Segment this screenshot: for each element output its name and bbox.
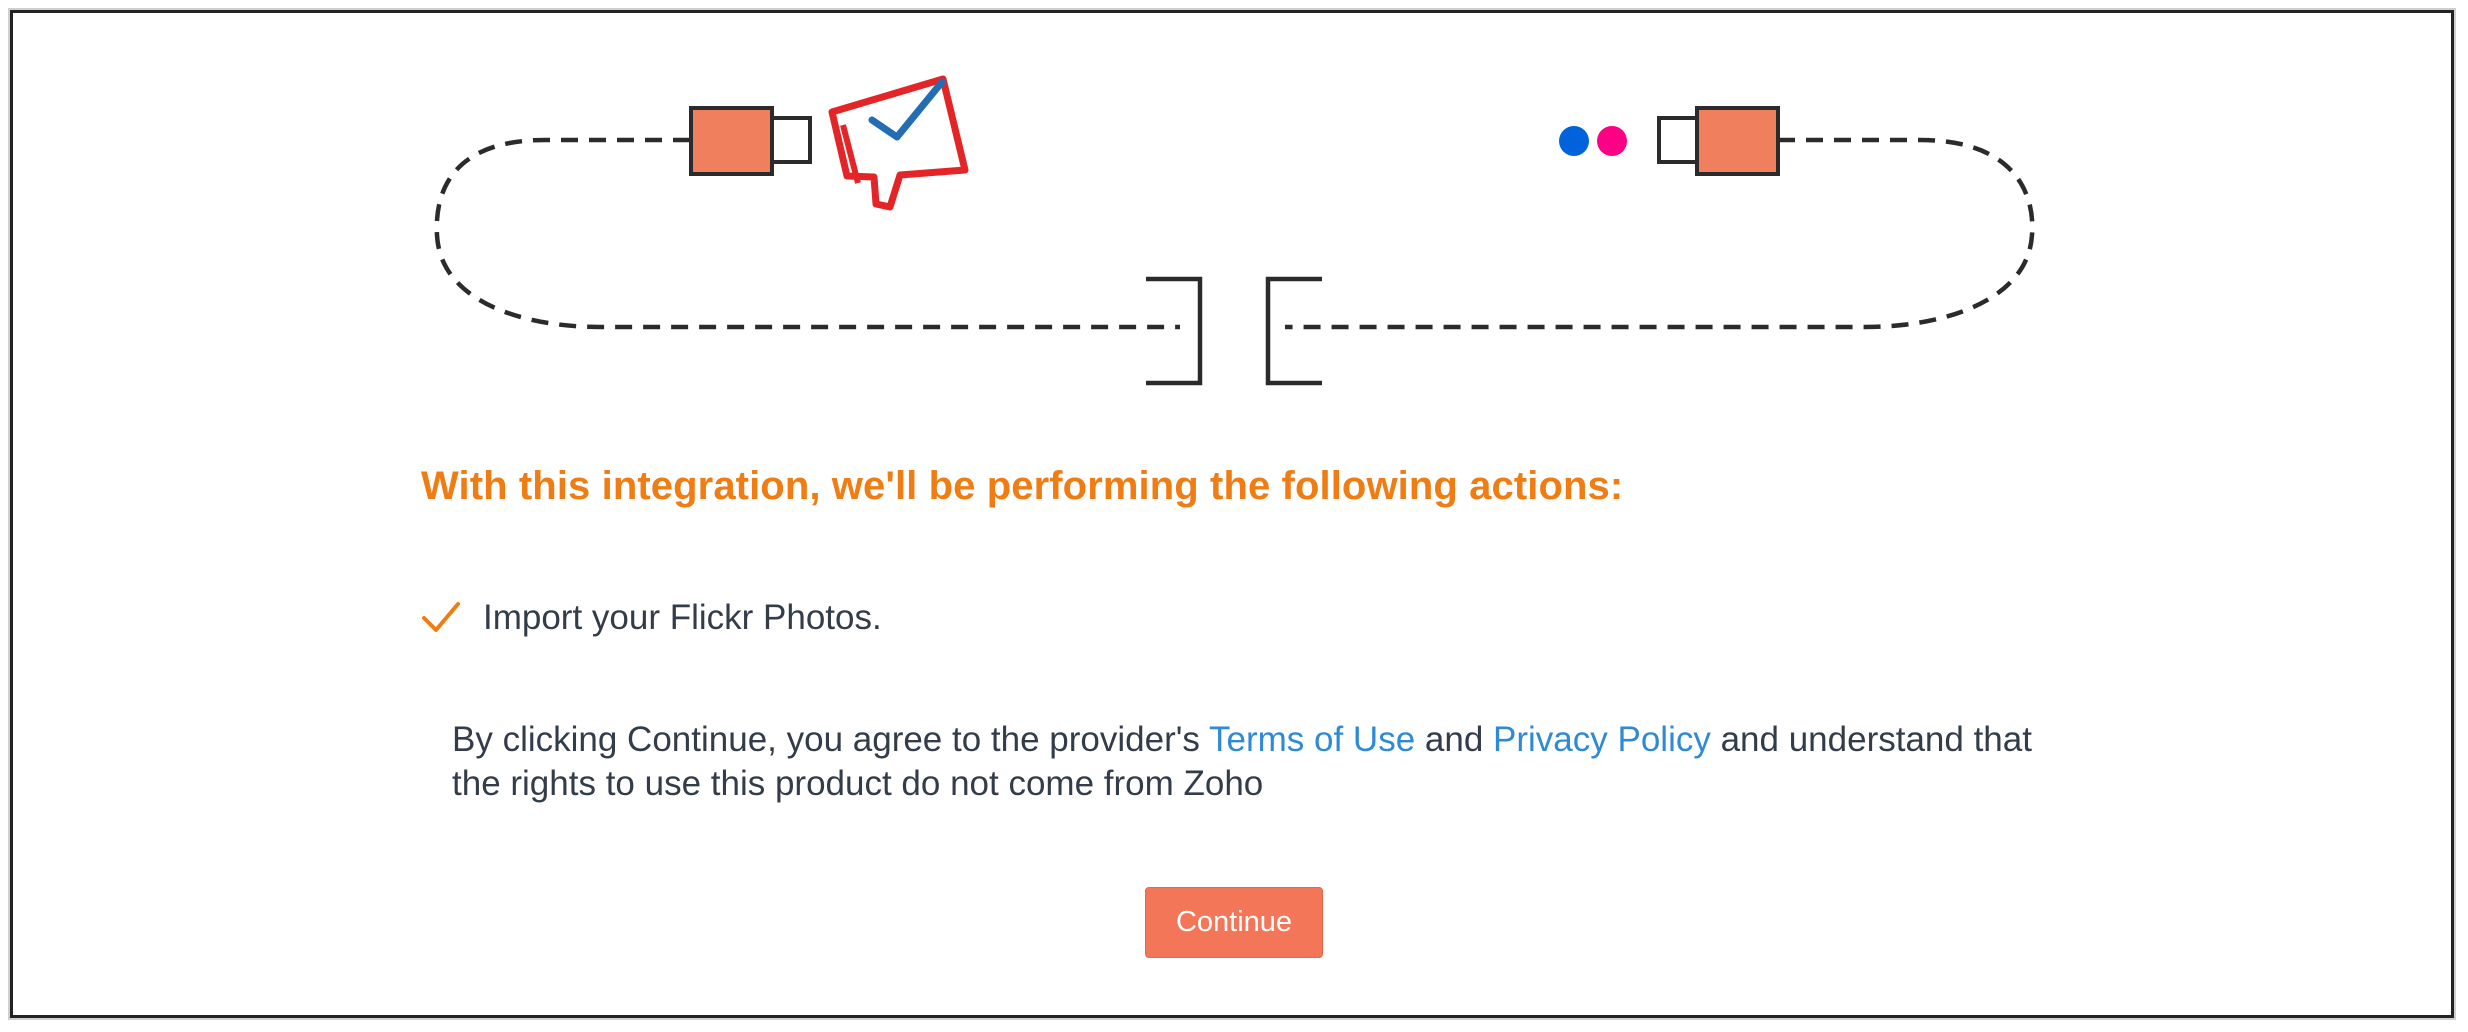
privacy-policy-link[interactable]: Privacy Policy bbox=[1493, 720, 1711, 759]
usb-plug-left-icon bbox=[689, 106, 812, 176]
consent-text-before: By clicking Continue, you agree to the p… bbox=[452, 720, 1210, 759]
check-icon bbox=[422, 602, 460, 632]
page-title: With this integration, we'll be performi… bbox=[421, 464, 1624, 508]
left-socket-bracket bbox=[1146, 276, 1203, 386]
right-cable bbox=[1285, 137, 2035, 330]
right-socket-bracket bbox=[1265, 276, 1322, 386]
action-text: Import your Flickr Photos. bbox=[483, 598, 882, 637]
integration-illustration bbox=[434, 75, 2035, 386]
terms-of-use-link[interactable]: Terms of Use bbox=[1209, 720, 1415, 759]
continue-button[interactable]: Continue bbox=[1145, 887, 1323, 958]
zoho-app-logo-icon bbox=[828, 75, 969, 211]
left-cable bbox=[434, 137, 1180, 330]
action-list-item: Import your Flickr Photos. bbox=[421, 590, 882, 646]
consent-text-middle: and bbox=[1415, 720, 1494, 759]
flickr-logo-icon bbox=[1559, 126, 1627, 156]
usb-plug-right-icon bbox=[1657, 106, 1780, 176]
consent-text: By clicking Continue, you agree to the p… bbox=[452, 718, 2072, 806]
